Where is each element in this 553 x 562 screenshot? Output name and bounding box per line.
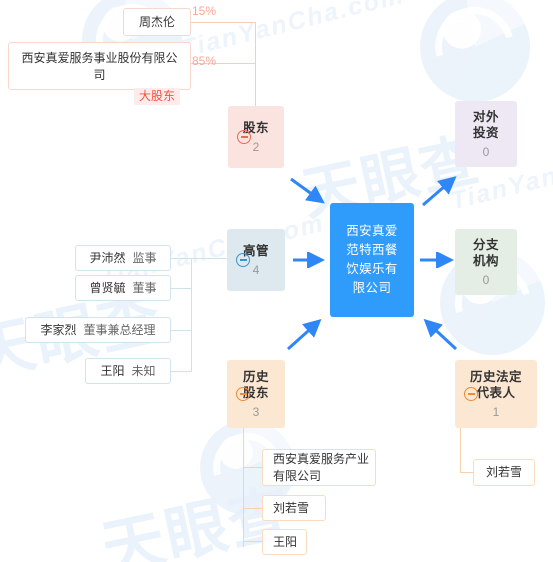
executive-box[interactable]: 李家烈 董事兼总经理 [25,317,171,343]
shareholder-box[interactable]: 西安真爱服务事业股份有限公司 大股东 [8,42,191,105]
group-node-history-legal-rep[interactable]: 历史法定 代表人 1 [455,360,537,428]
status-badge: 大股东 [133,88,180,105]
shareholder-percent: 15% [192,4,217,18]
executive-role: 未知 [131,363,156,378]
minus-circle-icon[interactable] [236,253,250,267]
minus-circle-icon[interactable] [464,387,478,401]
executive-role: 董事兼总经理 [83,322,156,337]
minus-circle-icon[interactable] [236,387,250,401]
history-shareholder-box[interactable]: 刘若雪 [262,495,326,521]
arrow-shareholders-to-company [290,177,325,204]
connector-line [243,508,263,509]
group-node-history-shareholders[interactable]: 历史 股东 3 [227,360,285,428]
history-shareholder-box[interactable]: 西安真爱服务产业有限公司 [262,449,376,486]
connector-line [243,428,244,547]
group-count: 1 [492,404,500,419]
shareholder-name: 周杰伦 [138,14,175,29]
shareholder-name: 西安真爱服务事业股份有限公司 [21,51,178,82]
connector-line [170,330,192,331]
history-shareholder-name: 西安真爱服务产业有限公司 [273,451,370,483]
connector-line [170,371,192,372]
group-node-outbound-investment[interactable]: 对外 投资 0 [455,101,517,167]
connector-line [243,467,263,468]
executive-box[interactable]: 尹沛然 监事 [75,245,171,271]
history-legal-rep-box[interactable]: 刘若雪 [473,459,535,486]
connector-line [243,541,263,542]
center-company-node[interactable]: 西安真爱 范特西餐 饮娱乐有 限公司 [330,203,414,317]
org-relationship-graph: TianYanCha.com TianYanCha.com TianYanCha… [0,0,553,562]
arrow-company-to-outbound-investment [422,176,457,207]
connector-line [170,288,192,289]
company-name-line: 限公司 [352,281,392,295]
connector-line [460,472,474,473]
group-title: 历史 [242,369,269,384]
connector-line [191,258,227,259]
group-node-shareholders[interactable]: 股东 2 [228,106,284,168]
connector-line [191,258,192,371]
executive-name: 尹沛然 [89,250,126,265]
group-node-executives[interactable]: 高管 4 [227,229,285,291]
group-node-branches[interactable]: 分支 机构 0 [455,229,517,295]
group-count: 4 [252,262,260,277]
connector-line [460,428,461,473]
arrow-history-shareholders-to-company [286,318,322,351]
connector-line [170,258,192,259]
arrow-executives-to-company [293,252,325,268]
arrow-history-legal-rep-to-company [423,318,458,351]
group-count: 3 [252,404,260,419]
history-shareholder-name: 王阳 [273,534,298,549]
minus-circle-icon[interactable] [237,130,251,144]
connector-line [255,22,256,112]
executive-role: 监事 [132,250,157,265]
executive-name: 王阳 [100,363,125,378]
connector-line [191,22,205,23]
executive-name: 曾贤毓 [89,280,126,295]
arrow-company-to-branches [420,252,454,268]
group-count: 0 [482,272,490,287]
history-shareholder-box[interactable]: 王阳 [262,529,307,555]
company-name-line: 饮娱乐有 [346,262,398,276]
group-title: 对外 [472,109,499,124]
company-name-line: 西安真爱 [346,224,398,238]
executive-name: 李家烈 [40,322,77,337]
executive-box[interactable]: 王阳 未知 [85,358,171,384]
group-title: 代表人 [476,385,516,400]
history-shareholder-name: 刘若雪 [273,500,310,515]
watermark-logo [420,0,530,102]
history-legal-rep-name: 刘若雪 [485,465,522,479]
group-title: 历史法定 [469,369,522,384]
group-title: 机构 [472,253,499,268]
group-count: 0 [482,144,490,159]
connector-line [204,22,256,23]
executive-role: 董事 [132,280,157,295]
company-name-line: 范特西餐 [346,243,398,257]
shareholder-percent: 85% [192,54,217,68]
group-title: 投资 [472,125,499,140]
shareholder-box[interactable]: 周杰伦 [123,8,191,36]
group-count: 2 [252,139,260,154]
group-title: 分支 [472,237,499,252]
executive-box[interactable]: 曾贤毓 董事 [75,275,171,301]
